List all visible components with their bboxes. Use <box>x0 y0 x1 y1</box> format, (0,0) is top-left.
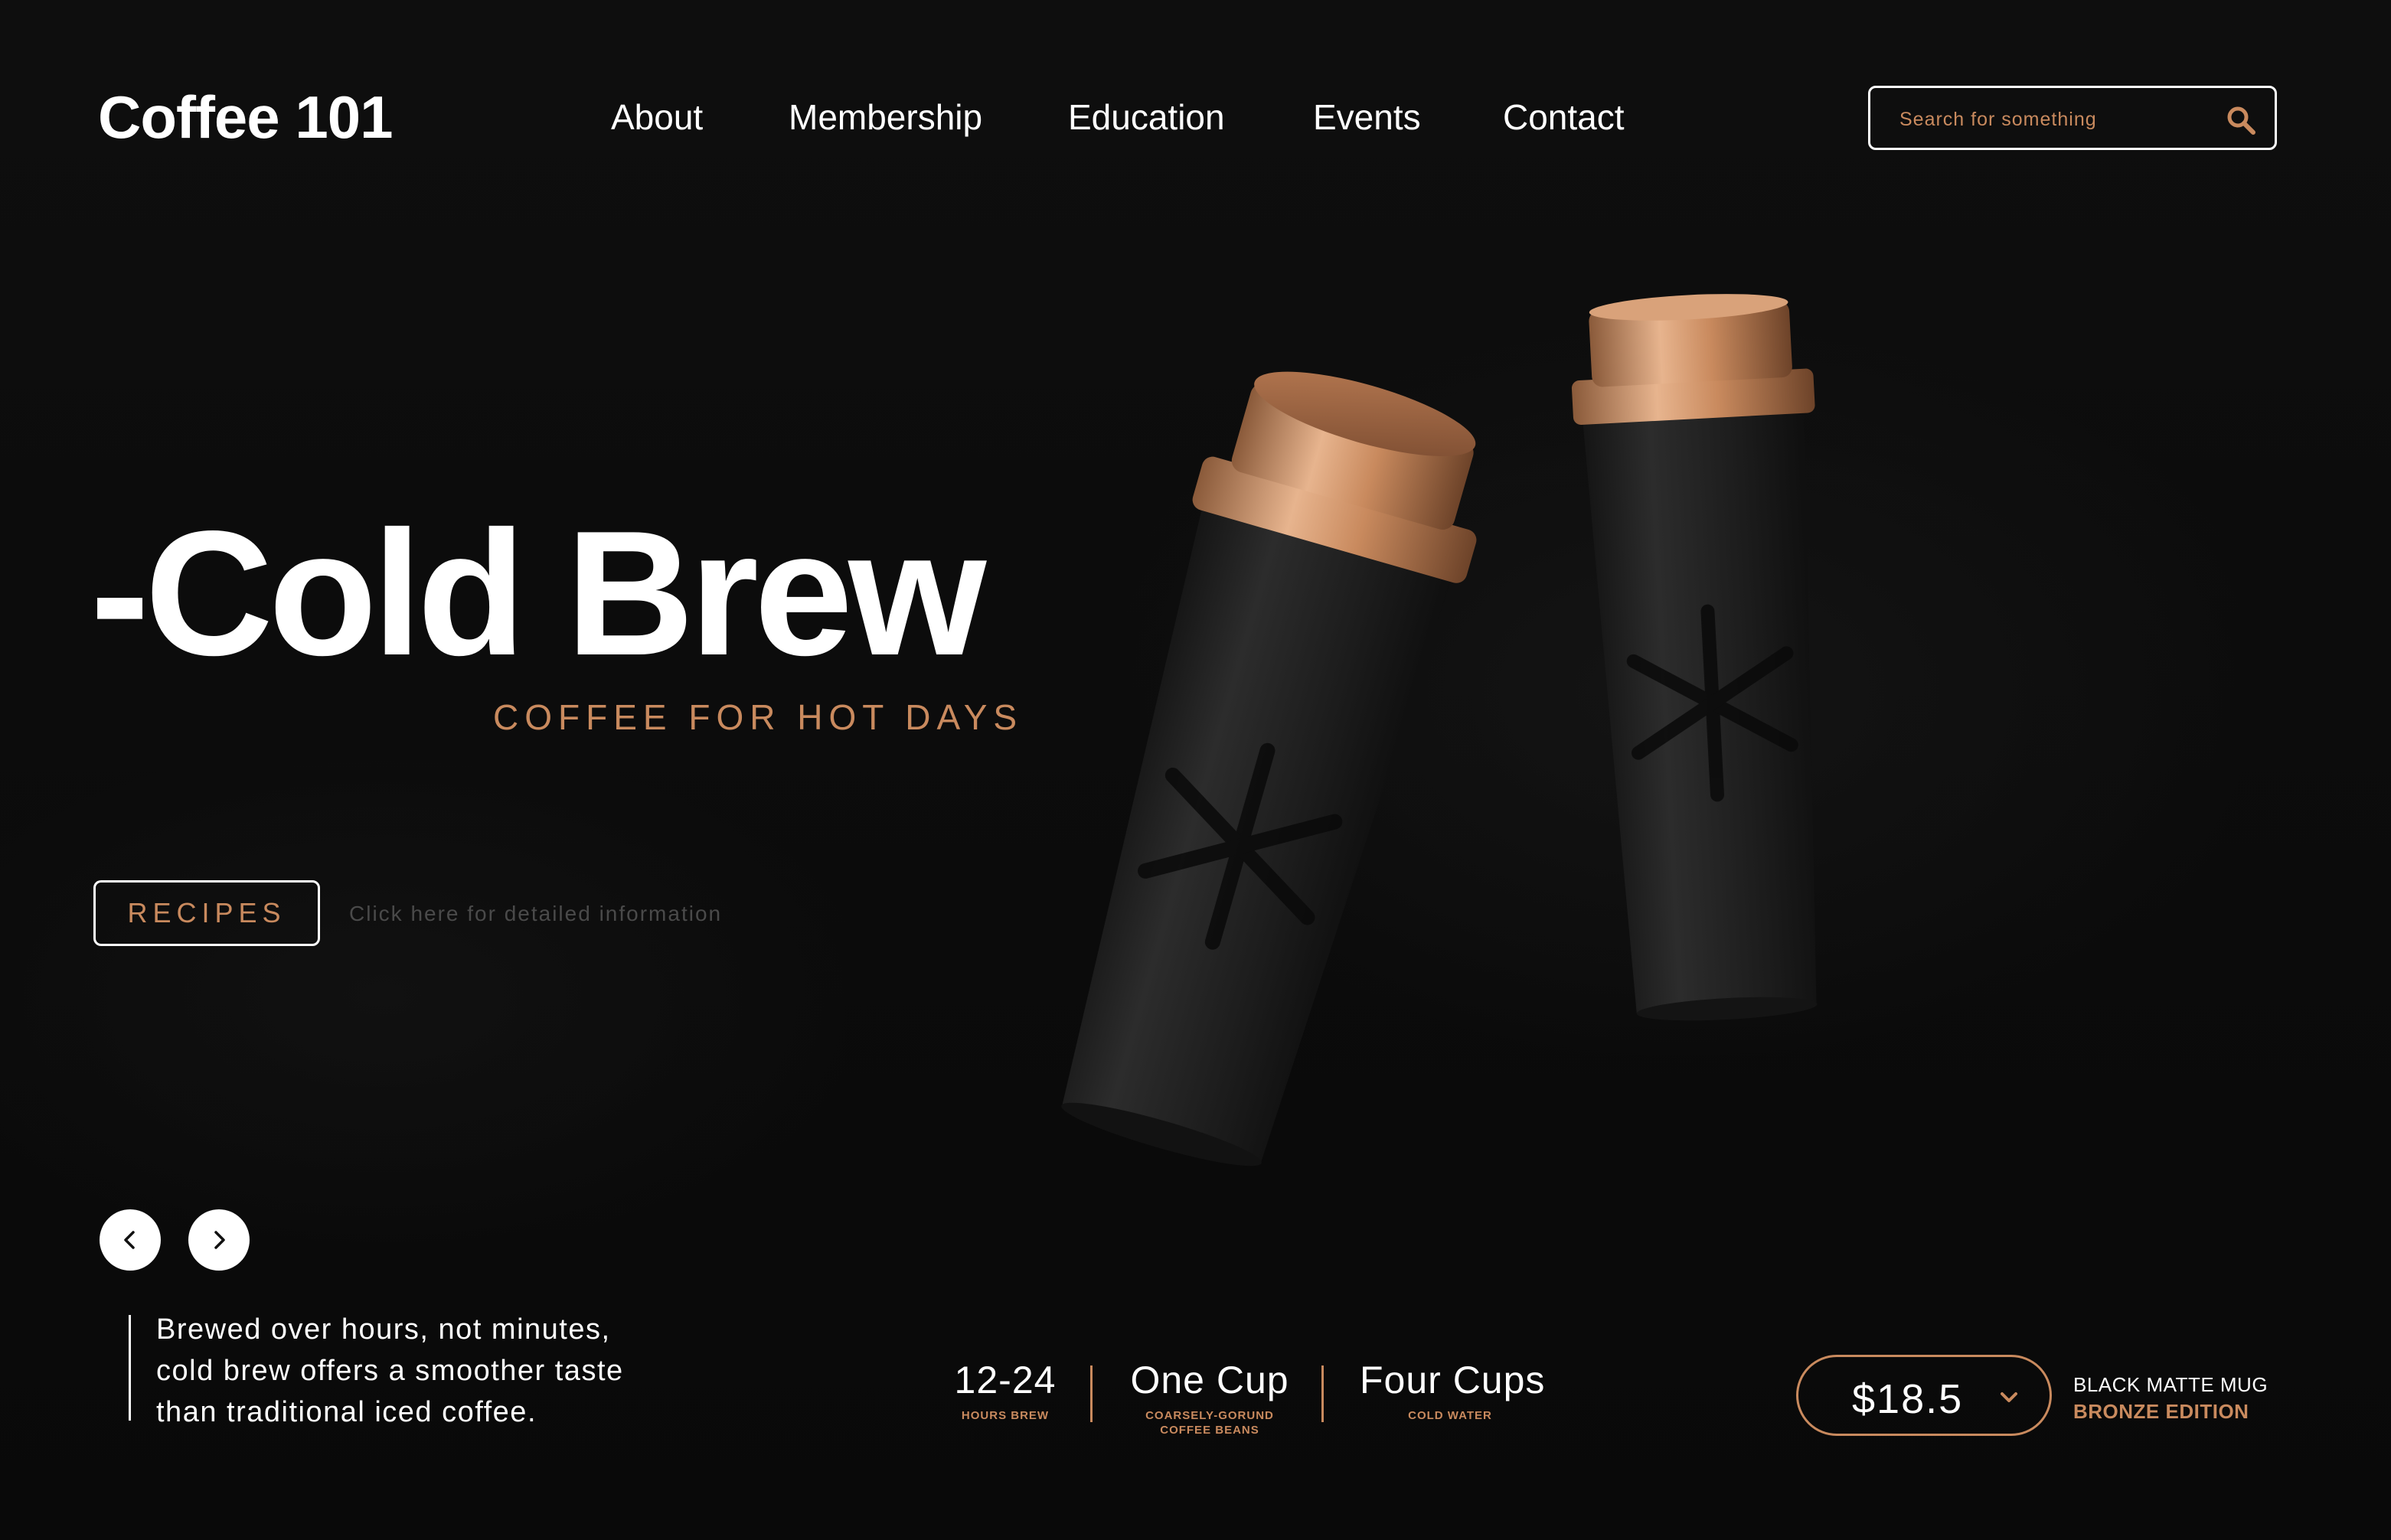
page: Coffee 101 About Membership Education Ev… <box>0 0 2391 1540</box>
stat-label-line: COFFEE BEANS <box>1160 1424 1259 1437</box>
cup-front <box>1061 371 1477 1166</box>
description-accent-bar <box>129 1315 131 1421</box>
description: Brewed over hours, not minutes, cold bre… <box>156 1309 738 1433</box>
previous-button[interactable] <box>100 1209 161 1271</box>
hero-subtitle: COFFEE FOR HOT DAYS <box>493 697 1024 737</box>
nav-item-about[interactable]: About <box>611 96 703 138</box>
search-input[interactable] <box>1898 102 2207 137</box>
stat-coffee-beans: One Cup COARSELY-GORUND COFFEE BEANS <box>1125 1361 1294 1437</box>
description-line: than traditional iced coffee. <box>156 1396 537 1428</box>
next-button[interactable] <box>188 1209 250 1271</box>
chevron-down-icon <box>2001 1392 2017 1402</box>
price-value: $18.5 <box>1852 1376 1964 1422</box>
stat-value: 12-24 <box>954 1359 1057 1401</box>
product-info: BLACK MATTE MUG BRONZE EDITION <box>2073 1373 2268 1424</box>
nav-item-membership[interactable]: Membership <box>789 96 982 138</box>
cups-illustration <box>1061 294 1818 1166</box>
nav-item-education[interactable]: Education <box>1068 96 1225 138</box>
stat-label: COARSELY-GORUND COFFEE BEANS <box>1125 1408 1294 1437</box>
stat-divider <box>1321 1365 1324 1422</box>
price-selector[interactable]: $18.5 <box>1796 1355 2052 1436</box>
stat-label: HOURS BREW <box>961 1409 1050 1422</box>
search-icon[interactable] <box>2224 103 2258 137</box>
stat-brew-time: 12-24 HOURS BREW <box>948 1361 1063 1423</box>
stat-divider <box>1090 1365 1093 1422</box>
nav-item-contact[interactable]: Contact <box>1503 96 1625 138</box>
nav-item-events[interactable]: Events <box>1313 96 1421 138</box>
stat-label-line: COARSELY-GORUND <box>1145 1409 1274 1422</box>
stat-cold-water: Four Cups COLD WATER <box>1360 1359 1546 1423</box>
stat-value: Four Cups <box>1360 1359 1546 1401</box>
stat-label: COLD WATER <box>1408 1409 1492 1422</box>
chevron-left-icon <box>124 1231 135 1249</box>
product-edition: BRONZE EDITION <box>2073 1400 2249 1423</box>
chevron-right-icon <box>214 1231 225 1249</box>
cup-back <box>1571 294 1818 1021</box>
logo[interactable]: Coffee 101 <box>98 83 393 152</box>
search-box <box>1868 86 2277 150</box>
product-name: BLACK MATTE MUG <box>2073 1373 2269 1396</box>
description-line: Brewed over hours, not minutes, <box>156 1313 611 1346</box>
recipes-hint: Click here for detailed information <box>349 902 723 925</box>
recipes-button[interactable]: RECIPES <box>93 880 320 946</box>
description-line: cold brew offers a smoother taste <box>156 1355 624 1387</box>
stat-value: One Cup <box>1130 1359 1289 1401</box>
hero-title: -Cold Brew <box>90 494 986 693</box>
